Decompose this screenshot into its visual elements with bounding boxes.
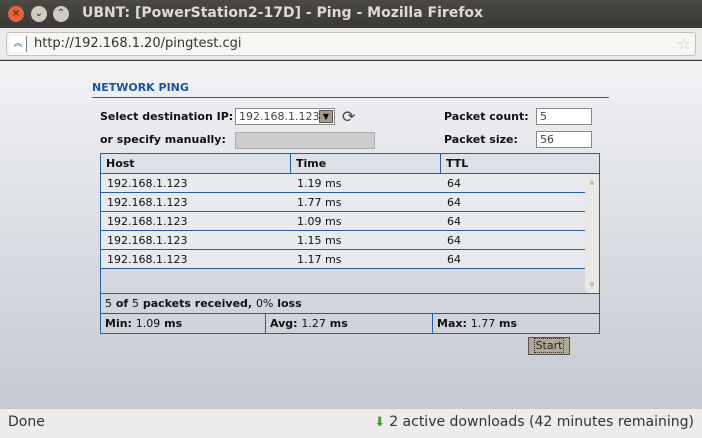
scroll-down-icon[interactable]: ▼	[585, 281, 599, 289]
manual-ip-input[interactable]	[235, 132, 375, 149]
column-header-time: Time	[291, 154, 441, 173]
url-text[interactable]: http://192.168.1.20/pingtest.cgi	[34, 36, 242, 51]
table-header: Host Time TTL	[101, 154, 599, 174]
summary-row: 5 of 5 packets received, 0% loss	[101, 294, 599, 314]
table-row: 192.168.1.123 1.15 ms 64	[101, 231, 586, 250]
status-text: Done	[8, 414, 45, 430]
packet-size-input[interactable]: 56	[536, 131, 592, 148]
column-header-host: Host	[101, 154, 291, 173]
table-row: 192.168.1.123 1.17 ms 64	[101, 250, 586, 269]
page-content: NETWORK PING Select destination IP: 192.…	[0, 61, 702, 408]
time-cell: 1.15 ms	[297, 234, 342, 247]
summary-text: packets received,	[139, 297, 256, 310]
time-cell: 1.77 ms	[297, 196, 342, 209]
ttl-cell: 64	[447, 215, 461, 228]
host-cell: 192.168.1.123	[107, 215, 188, 228]
loss-value: 0%	[255, 297, 274, 310]
results-list: 192.168.1.123 1.19 ms 64 192.168.1.123 1.77…	[101, 174, 599, 294]
ttl-cell: 64	[447, 177, 461, 190]
time-cell: 1.17 ms	[297, 253, 342, 266]
bookmark-star-icon[interactable]: ☆	[677, 34, 691, 53]
min-stat: Min: 1.09 ms	[101, 314, 266, 333]
packet-count-input[interactable]: 5	[536, 108, 592, 125]
total-count: 5	[132, 297, 140, 310]
manual-ip-label: or specify manually:	[100, 133, 226, 146]
dest-ip-select[interactable]: 192.168.1.123 ▼	[235, 108, 335, 125]
host-cell: 192.168.1.123	[107, 196, 188, 209]
table-row: 192.168.1.123 1.19 ms 64	[101, 174, 586, 193]
max-stat: Max: 1.77 ms	[437, 317, 518, 330]
section-title: NETWORK PING	[92, 81, 609, 98]
start-button[interactable]: Start	[528, 337, 570, 355]
download-icon: ⬇	[374, 415, 386, 430]
host-cell: 192.168.1.123	[107, 253, 188, 266]
host-cell: 192.168.1.123	[107, 177, 188, 190]
ping-results-table: Host Time TTL 192.168.1.123 1.19 ms 64 192…	[100, 153, 600, 334]
ttl-cell: 64	[447, 234, 461, 247]
time-cell: 1.19 ms	[297, 177, 342, 190]
ttl-cell: 64	[447, 196, 461, 209]
site-favicon-icon: ︽	[10, 36, 27, 52]
downloads-status[interactable]: ⬇ 2 active downloads (42 minutes remainin…	[374, 414, 694, 430]
title-bar: × ⌄ ⌃ UBNT: [PowerStation2-17D] - Ping -…	[0, 0, 702, 28]
maximize-icon[interactable]: ⌃	[53, 6, 69, 22]
minimize-icon[interactable]: ⌄	[31, 6, 47, 22]
url-bar[interactable]: ︽ http://192.168.1.20/pingtest.cgi ☆	[6, 32, 696, 56]
host-cell: 192.168.1.123	[107, 234, 188, 247]
stats-row: Min: 1.09 ms Avg: 1.27 ms Max: 1.77 ms	[101, 314, 599, 333]
time-cell: 1.09 ms	[297, 215, 342, 228]
packet-count-label: Packet count:	[444, 110, 529, 123]
dest-ip-label: Select destination IP:	[100, 110, 234, 123]
navigation-bar: ︽ http://192.168.1.20/pingtest.cgi ☆	[0, 28, 702, 60]
dest-ip-value: 192.168.1.123	[239, 110, 320, 123]
avg-stat: Avg: 1.27 ms	[266, 314, 433, 333]
summary-of: of	[112, 297, 133, 310]
ttl-cell: 64	[447, 253, 461, 266]
scroll-up-icon[interactable]: ▲	[585, 178, 599, 186]
refresh-icon[interactable]: ⟳	[342, 107, 355, 126]
status-bar: Done ⬇ 2 active downloads (42 minutes rem…	[0, 408, 702, 438]
column-header-ttl: TTL	[446, 157, 469, 170]
dropdown-arrow-icon[interactable]: ▼	[319, 110, 333, 123]
start-label: Start	[533, 338, 565, 353]
downloads-text: 2 active downloads (42 minutes remaining…	[389, 414, 694, 430]
scrollbar[interactable]: ▲ ▼	[585, 174, 599, 293]
packet-size-label: Packet size:	[444, 133, 518, 146]
close-icon[interactable]: ×	[8, 6, 24, 22]
table-row: 192.168.1.123 1.77 ms 64	[101, 193, 586, 212]
window-title: UBNT: [PowerStation2-17D] - Ping - Mozil…	[82, 5, 484, 21]
loss-label: loss	[273, 297, 302, 310]
received-count: 5	[105, 297, 112, 310]
table-row: 192.168.1.123 1.09 ms 64	[101, 212, 586, 231]
